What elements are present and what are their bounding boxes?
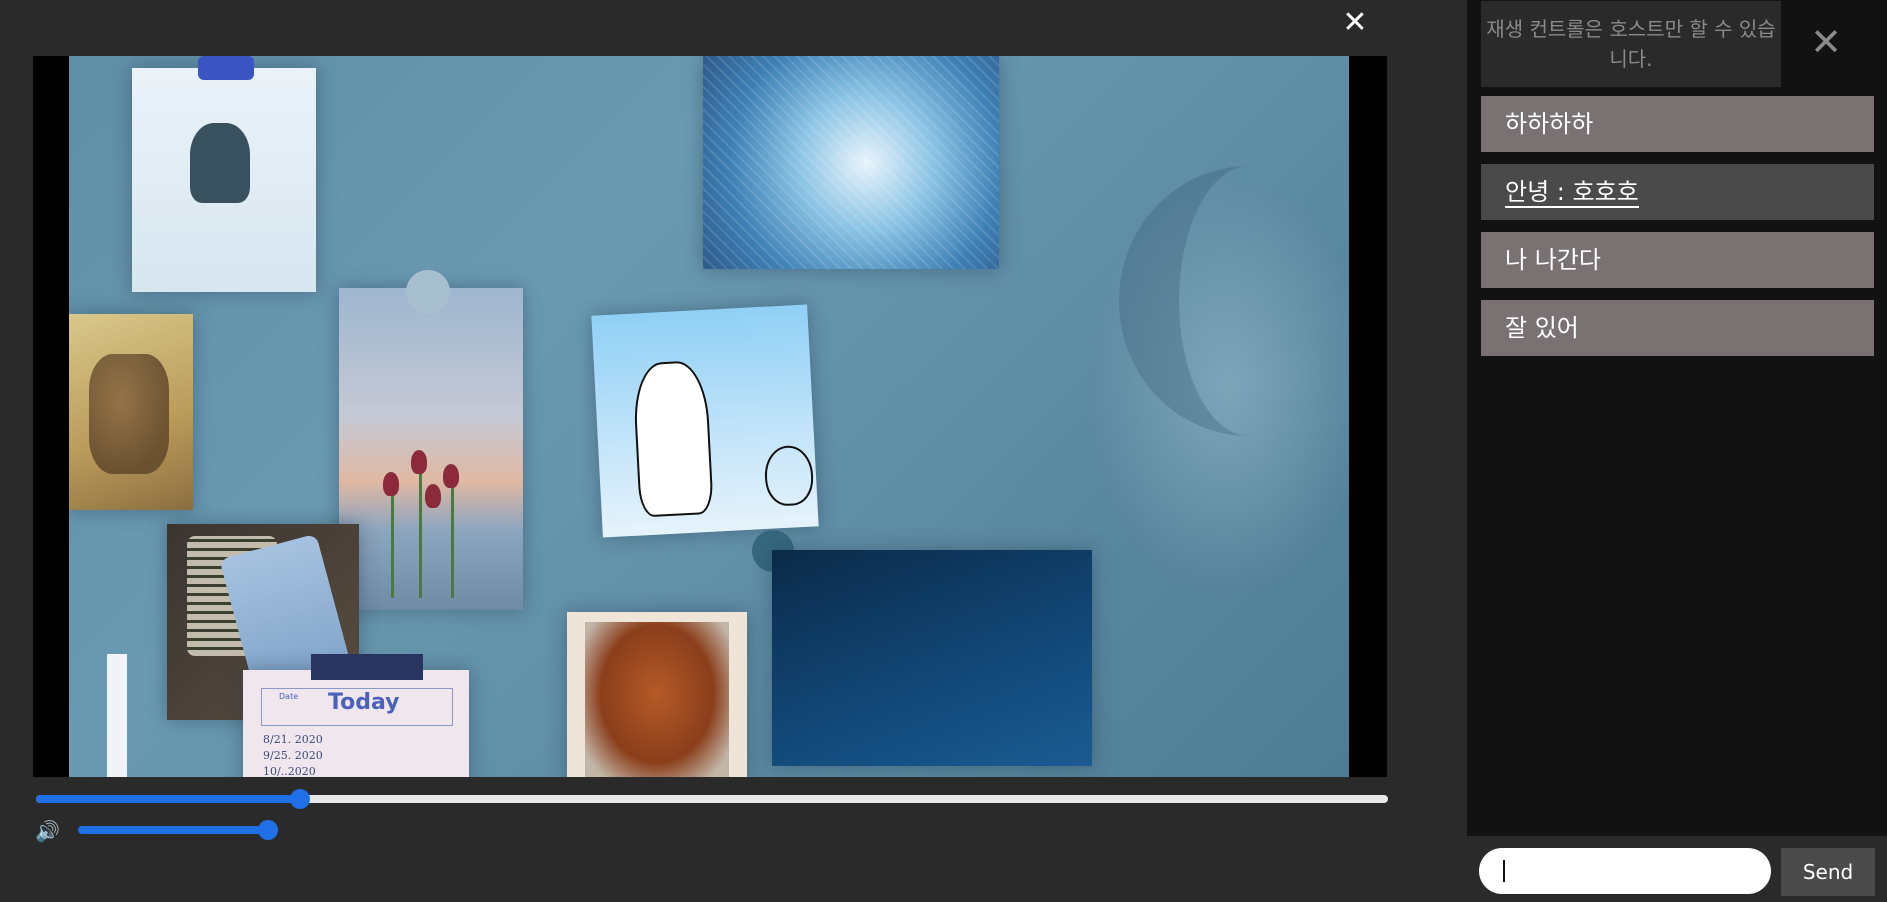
dog-painting-card [567, 612, 747, 777]
photo-card-figure [132, 56, 316, 292]
text-caret [1503, 860, 1505, 882]
bear-band-card [703, 56, 999, 269]
chat-message[interactable]: 잘 있어 [1481, 300, 1874, 356]
today-note-card: Date Today 8/21. 2020 9/25. 2020 10/..20… [243, 670, 469, 777]
tape [198, 56, 254, 80]
close-sidebar-button[interactable]: ✕ [1810, 23, 1842, 61]
chat-message[interactable]: 나 나간다 [1481, 232, 1874, 288]
chat-message[interactable]: 하하하하 [1481, 96, 1874, 152]
volume-knob[interactable] [258, 820, 278, 840]
polar-bear-card [591, 304, 819, 538]
progress-slider[interactable] [36, 789, 1388, 809]
speaker-icon[interactable]: 🔊 [35, 819, 61, 843]
chat-input[interactable] [1479, 848, 1771, 894]
video-content: Date Today 8/21. 2020 9/25. 2020 10/..20… [69, 56, 1349, 777]
host-only-notice: 재생 컨트롤은 호스트만 할 수 있습니다. [1481, 1, 1781, 87]
volume-slider[interactable] [78, 820, 278, 840]
chat-sidebar: 재생 컨트롤은 호스트만 할 수 있습니다. ✕ 하하하하 안녕 : 호호호 나… [1467, 0, 1887, 902]
video-player: ✕ Date Today 8/21. 2020 9/25. 2020 10/..… [0, 0, 1467, 902]
pin [406, 270, 450, 314]
chat-message[interactable]: 안녕 : 호호호 [1481, 164, 1874, 220]
paper-strip [107, 654, 127, 777]
progress-knob[interactable] [289, 789, 310, 809]
send-button[interactable]: Send [1781, 848, 1875, 896]
today-label: Today [328, 690, 400, 715]
date-label: Date [279, 692, 299, 701]
video-frame[interactable]: Date Today 8/21. 2020 9/25. 2020 10/..20… [33, 56, 1387, 777]
close-player-button[interactable]: ✕ [1340, 8, 1370, 38]
tape [311, 654, 423, 680]
bear-family-card [69, 314, 193, 510]
dark-blue-card [772, 550, 1092, 766]
chat-composer: Send [1467, 836, 1887, 902]
handwritten-dates: 8/21. 2020 9/25. 2020 10/..2020 [263, 733, 323, 777]
close-icon: ✕ [1810, 20, 1842, 64]
close-icon: ✕ [1342, 5, 1368, 40]
figure-illustration [190, 123, 250, 203]
tulip-card [339, 288, 523, 610]
